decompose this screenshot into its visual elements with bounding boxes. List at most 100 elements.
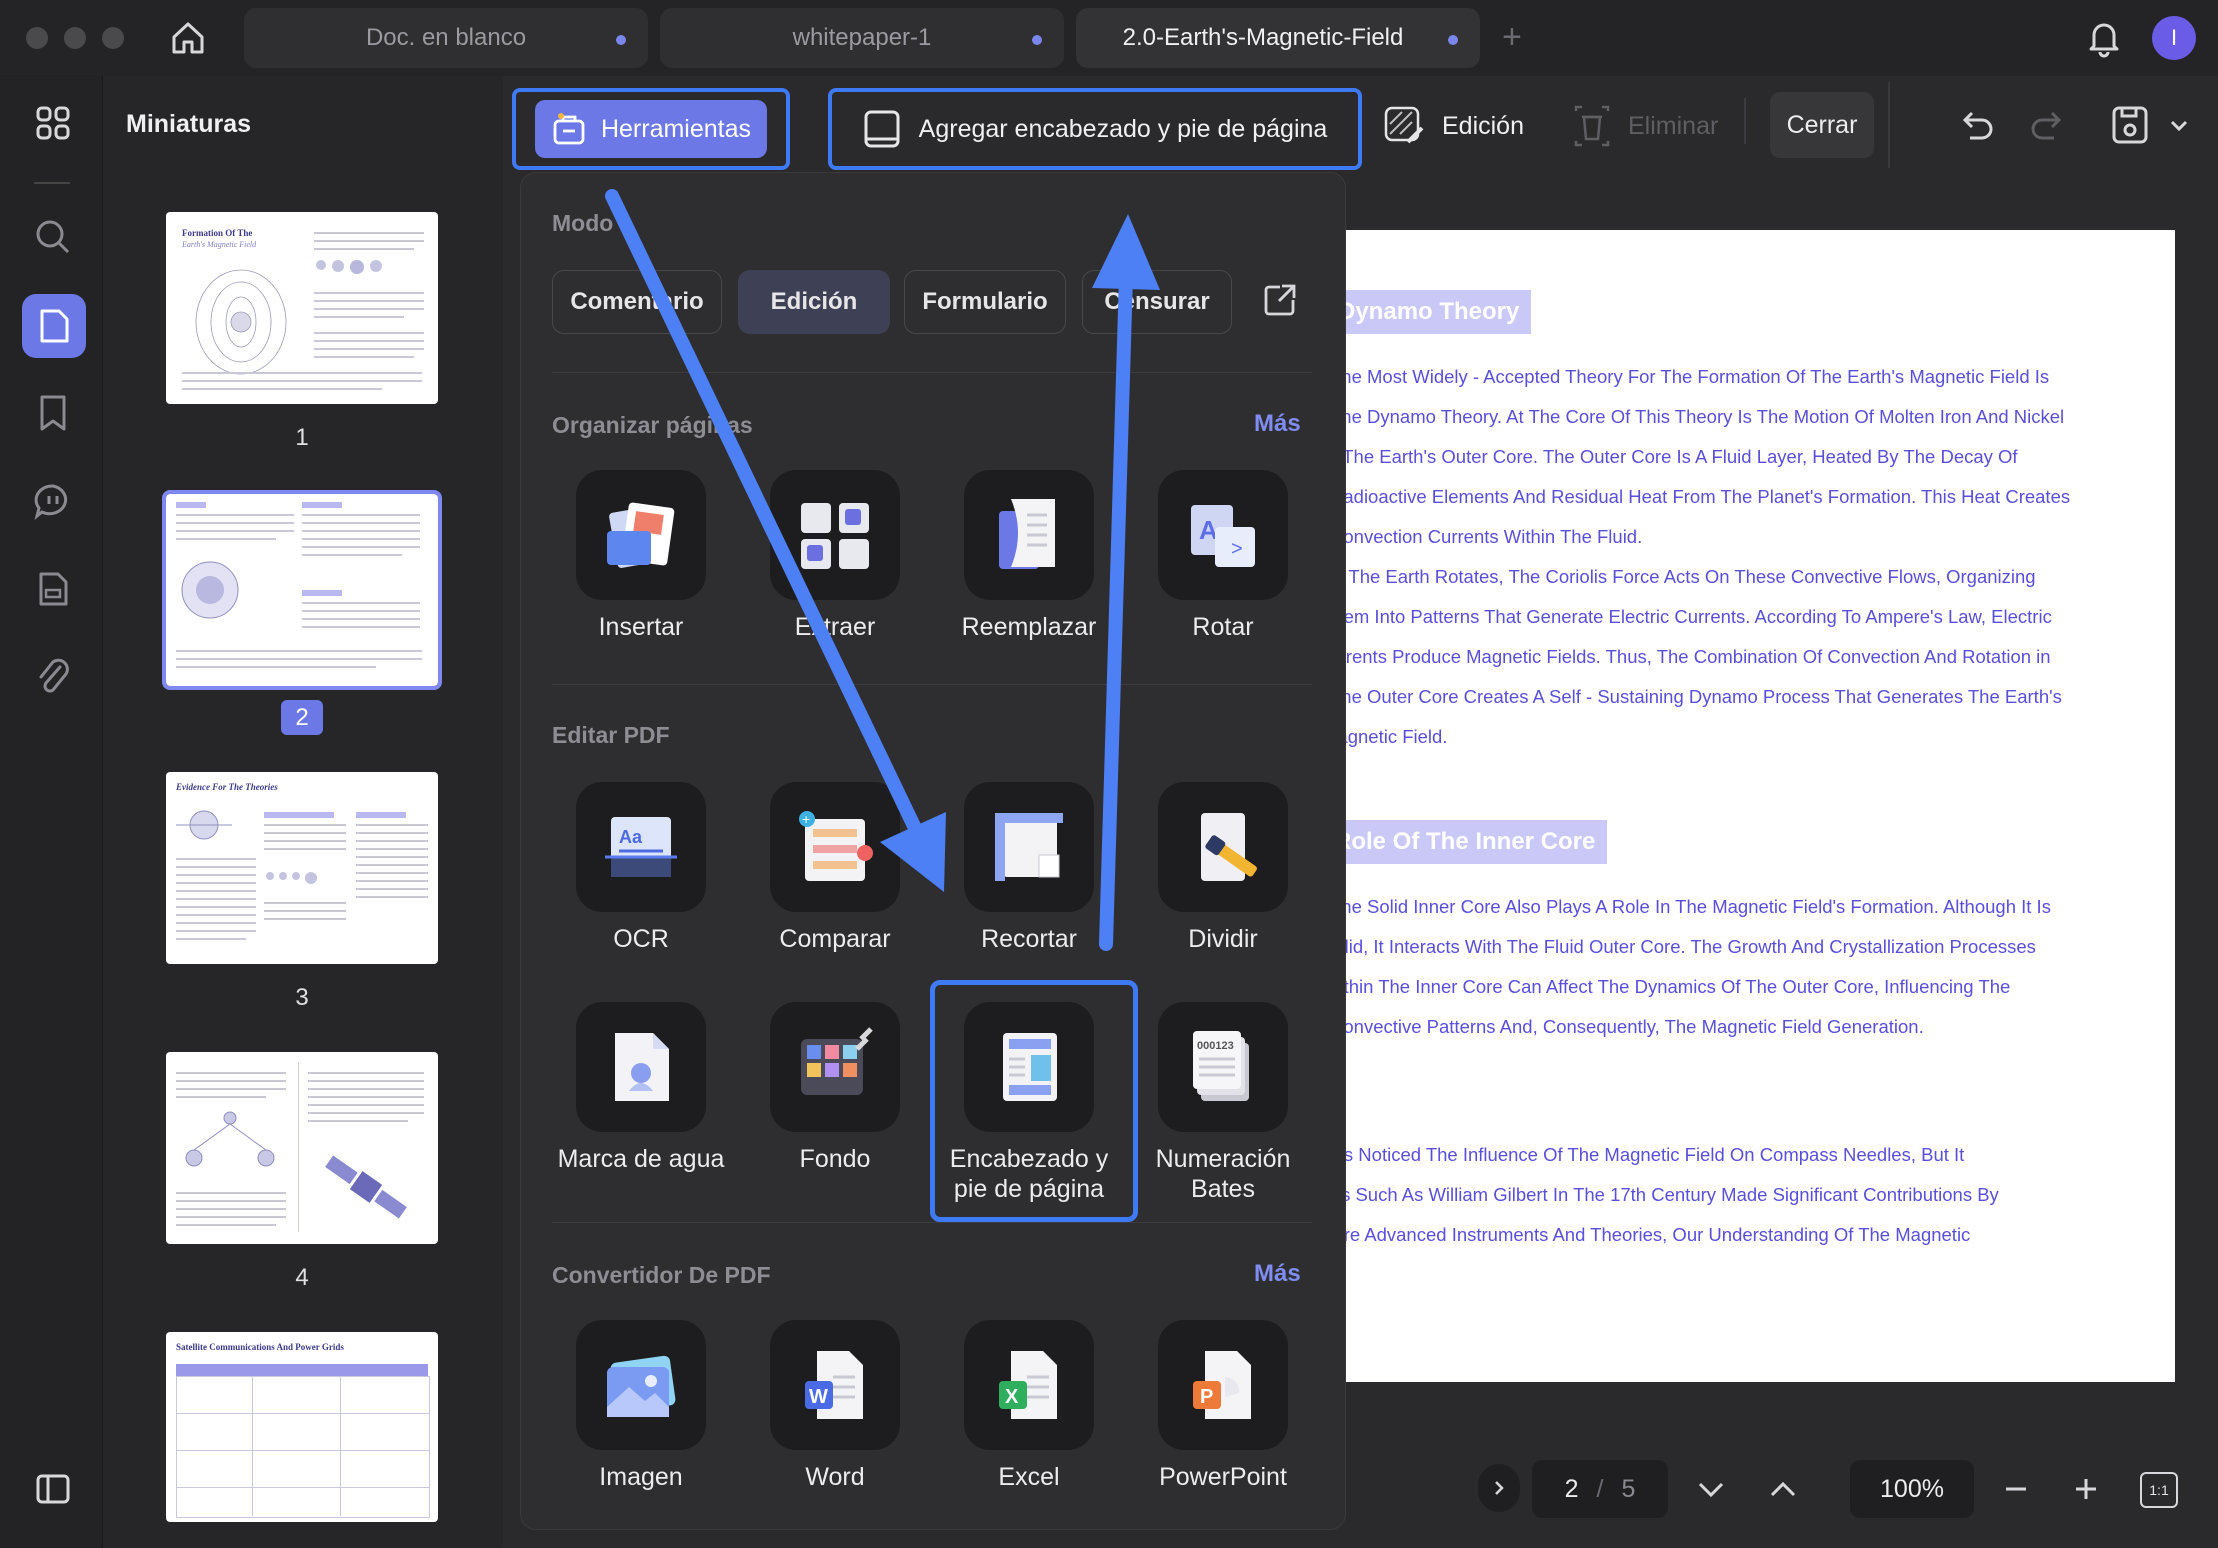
convert-word-tool[interactable]: W <box>770 1320 900 1450</box>
header-footer-label: Encabezado y pie de página <box>949 1145 1109 1203</box>
svg-text:>: > <box>1231 538 1243 560</box>
tools-label: Herramientas <box>600 114 752 143</box>
page-indicator[interactable]: 2 / 5 <box>1532 1460 1668 1518</box>
ocr-tool[interactable]: Aa <box>576 782 706 912</box>
thumbnail-page-5[interactable]: Satellite Communications And Power Grids <box>166 1332 438 1522</box>
close-tools-button[interactable]: Cerrar <box>1770 92 1874 158</box>
thumb-title: Formation Of The <box>182 228 253 238</box>
rotate-tool[interactable]: A > <box>1158 470 1288 600</box>
zoom-in-plus-icon[interactable] <box>2072 1476 2100 1507</box>
convert-image-label: Imagen <box>599 1463 683 1491</box>
doc-line: More Advanced Instruments And Theories, … <box>1344 1224 1971 1245</box>
next-page-chevron-down-icon[interactable] <box>1696 1476 1726 1507</box>
unsaved-dot <box>1032 35 1042 45</box>
converter-more-link[interactable]: Más <box>1254 1260 1301 1288</box>
panel-title: Miniaturas <box>126 110 252 138</box>
thumbnails-page-icon[interactable] <box>22 294 86 358</box>
ocr-scan-icon: Aa <box>605 817 677 877</box>
search-icon[interactable] <box>28 212 78 262</box>
actual-size-label: 1:1 <box>2149 1482 2169 1498</box>
convert-powerpoint-tool[interactable]: P <box>1158 1320 1288 1450</box>
watermark-tool[interactable] <box>576 1002 706 1132</box>
bates-numbering-tool[interactable]: 000123 <box>1158 1002 1288 1132</box>
earth-core-diagram-icon <box>181 561 239 619</box>
page-separator: / <box>1596 1474 1604 1503</box>
tab-doc-en-blanco[interactable]: Doc. en blanco <box>244 8 648 68</box>
thumbnail-page-3[interactable]: Evidence For The Theories <box>166 772 438 964</box>
convert-excel-tool[interactable]: X <box>964 1320 1094 1450</box>
extract-tool[interactable] <box>770 470 900 600</box>
insert-tool[interactable] <box>576 470 706 600</box>
thumbnail-page-2[interactable] <box>162 490 442 690</box>
avatar-letter: I <box>2170 25 2178 50</box>
crop-page-icon <box>995 813 1063 881</box>
excel-file-icon: X <box>999 1351 1057 1419</box>
mode-label: Comentario <box>570 288 704 315</box>
attachment-icon[interactable] <box>28 652 78 702</box>
mode-label: Censurar <box>1104 288 1210 315</box>
tools-button[interactable]: Herramientas <box>512 88 790 170</box>
thumbnail-page-4[interactable] <box>166 1052 438 1244</box>
avatar[interactable]: I <box>2152 16 2196 60</box>
previous-page-chevron-up-icon[interactable] <box>1768 1476 1798 1507</box>
insert-label: Insertar <box>598 613 684 641</box>
undo-icon[interactable] <box>1956 106 1996 151</box>
rotate-page-icon: A> <box>1191 505 1255 567</box>
add-header-footer-button[interactable]: Agregar encabezado y pie de página <box>828 88 1362 170</box>
flow-diagram-icon <box>185 1111 275 1167</box>
apps-grid-icon[interactable] <box>28 98 78 148</box>
zoom-window-button[interactable] <box>102 27 124 49</box>
mode-edit-button[interactable]: Edición <box>738 270 890 334</box>
new-tab-plus-icon[interactable]: + <box>1502 18 1522 57</box>
thumbnail-page-1[interactable]: Formation Of The Earth's Magnetic Field <box>166 212 438 404</box>
toolbox-icon <box>553 113 585 145</box>
title-bar: Doc. en blanco whitepaper-1 2.0-Earth's-… <box>0 0 2218 76</box>
organize-more-link[interactable]: Más <box>1254 410 1301 438</box>
tab-label: Doc. en blanco <box>365 24 527 51</box>
bookmark-icon[interactable] <box>28 388 78 438</box>
close-window-button[interactable] <box>26 27 48 49</box>
zoom-out-minus-icon[interactable] <box>2002 1476 2030 1507</box>
svg-text:+: + <box>802 811 810 827</box>
edit-toolbar-button[interactable]: Edición <box>1382 86 1524 166</box>
tab-earths-magnetic-field[interactable]: 2.0-Earth's-Magnetic-Field <box>1076 8 1480 68</box>
delete-toolbar-button[interactable]: Eliminar <box>1572 86 1718 166</box>
doc-heading-dynamo: Dynamo Theory <box>1344 290 1532 334</box>
pdf-page[interactable]: Dynamo Theory The Most Widely - Accepted… <box>1344 230 2175 1382</box>
current-page-input[interactable]: 2 <box>1565 1475 1579 1504</box>
doc-line: As The Earth Rotates, The Coriolis Force… <box>1344 566 2036 587</box>
chevron-down-icon[interactable] <box>2168 114 2190 141</box>
comment-icon[interactable] <box>28 476 78 526</box>
minimize-window-button[interactable] <box>64 27 86 49</box>
chevron-right-icon[interactable] <box>1478 1464 1520 1512</box>
split-tool[interactable] <box>1158 782 1288 912</box>
doc-line: The Outer Core Creates A Self - Sustaini… <box>1344 686 2062 707</box>
actual-size-button[interactable]: 1:1 <box>2140 1472 2178 1508</box>
background-palette-icon <box>801 1027 873 1095</box>
tab-whitepaper-1[interactable]: whitepaper-1 <box>660 8 1064 68</box>
extract-label: Extraer <box>794 613 876 641</box>
mode-comment-button[interactable]: Comentario <box>552 270 722 334</box>
crop-tool[interactable] <box>964 782 1094 912</box>
sidebar-toggle-icon[interactable] <box>28 1464 78 1514</box>
mode-redact-button[interactable]: Censurar <box>1082 270 1232 334</box>
replace-tool[interactable] <box>964 470 1094 600</box>
left-rail <box>0 76 103 1548</box>
zoom-level[interactable]: 100% <box>1850 1460 1974 1518</box>
convert-image-tool[interactable] <box>576 1320 706 1450</box>
unsaved-dot <box>616 35 626 45</box>
save-icon[interactable] <box>2110 104 2154 153</box>
bell-icon[interactable] <box>2086 18 2122 58</box>
bates-numbering-icon: 000123 <box>1193 1031 1249 1101</box>
doc-line: Radioactive Elements And Residual Heat F… <box>1344 486 2071 507</box>
ocr-label: OCR <box>613 925 669 953</box>
redo-icon[interactable] <box>2028 106 2068 151</box>
header-footer-tool[interactable] <box>964 1002 1094 1132</box>
compare-tool[interactable]: + <box>770 782 900 912</box>
selected-page-badge: 2 <box>281 700 323 735</box>
mode-form-button[interactable]: Formulario <box>904 270 1066 334</box>
background-tool[interactable] <box>770 1002 900 1132</box>
home-icon[interactable] <box>168 18 208 58</box>
open-external-icon[interactable] <box>1262 282 1298 323</box>
form-document-icon[interactable] <box>28 564 78 614</box>
